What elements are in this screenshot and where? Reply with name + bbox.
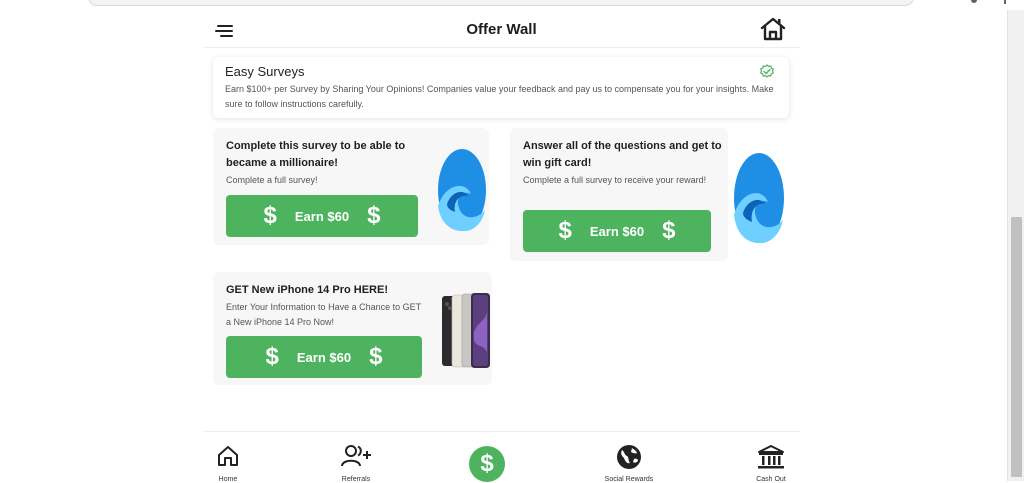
address-bar[interactable] — [88, 0, 914, 6]
home-icon[interactable] — [759, 16, 787, 42]
scrollbar-thumb[interactable] — [1011, 217, 1022, 477]
globe-icon — [617, 445, 641, 469]
nav-referrals[interactable]: Referrals — [316, 432, 396, 483]
dollar-icon: $ — [558, 217, 572, 244]
offer-title: GET New iPhone 14 Pro HERE! — [226, 284, 388, 296]
browser-menu-icon[interactable] — [1004, 0, 1006, 4]
add-user-icon — [341, 445, 371, 467]
wave-logo-image — [435, 146, 489, 234]
offer-card[interactable]: Complete this survey to be able to becam… — [213, 128, 489, 245]
offer-subtitle: Enter Your Information to Have a Chance … — [226, 302, 421, 327]
nav-label: Cash Out — [756, 476, 786, 483]
page-scrollbar[interactable] — [1007, 10, 1024, 481]
dollar-icon: $ — [369, 343, 383, 370]
offer-subtitle: Complete a full survey! — [226, 175, 318, 185]
easy-surveys-card: Easy Surveys Earn $100+ per Survey by Sh… — [213, 57, 789, 118]
earn-dollar-button[interactable]: $ — [469, 446, 505, 482]
earn-button-label: Earn $60 — [589, 223, 645, 239]
earn-button[interactable]: $ Earn $60 $ — [226, 336, 422, 378]
nav-label: Home — [218, 476, 238, 483]
offer-wall-app: Offer Wall Easy Surveys Earn $100+ per S… — [203, 10, 800, 483]
page-title: Offer Wall — [466, 21, 537, 38]
info-card-title: Easy Surveys — [225, 64, 305, 79]
verified-check-icon — [759, 63, 775, 79]
info-card-description: Earn $100+ per Survey by Sharing Your Op… — [225, 84, 774, 109]
offer-title: Answer all of the questions and get to w… — [523, 140, 722, 169]
earn-button-label: Earn $60 — [296, 349, 352, 365]
offer-card[interactable]: Answer all of the questions and get to w… — [510, 128, 728, 261]
earn-button[interactable]: $ Earn $60 $ — [226, 195, 418, 237]
offer-title: Complete this survey to be able to becam… — [226, 140, 406, 169]
bank-icon — [758, 445, 784, 469]
nav-label: Social Rewards — [604, 476, 654, 483]
nav-social-rewards[interactable]: Social Rewards — [589, 432, 669, 483]
dollar-icon: $ — [480, 450, 494, 477]
profile-icon[interactable] — [971, 0, 977, 3]
nav-cash-out[interactable]: Cash Out — [731, 432, 811, 483]
bottom-navigation: Home Referrals $ Social Rewards Cash Out — [203, 431, 800, 483]
browser-top-bar — [0, 0, 1024, 10]
nav-home[interactable]: Home — [188, 432, 268, 483]
home-icon — [218, 446, 238, 466]
dollar-icon: $ — [662, 217, 676, 244]
iphone-14-pro-image — [441, 292, 491, 370]
dollar-icon: $ — [367, 202, 381, 229]
offer-subtitle: Complete a full survey to receive your r… — [523, 175, 707, 185]
wave-logo-image — [731, 150, 787, 246]
app-header: Offer Wall — [203, 10, 800, 48]
nav-label: Referrals — [341, 476, 371, 483]
earn-button-label: Earn $60 — [294, 208, 350, 224]
dollar-icon: $ — [265, 343, 279, 370]
dollar-icon: $ — [263, 202, 277, 229]
earn-button[interactable]: $ Earn $60 $ — [523, 210, 711, 252]
offer-card[interactable]: GET New iPhone 14 Pro HERE! Enter Your I… — [213, 272, 492, 385]
